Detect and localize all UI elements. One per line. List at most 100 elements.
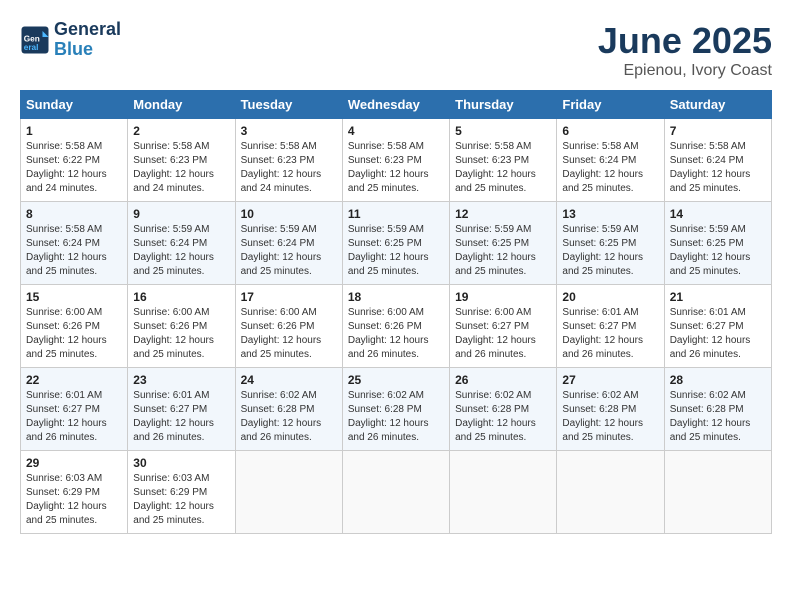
day-header-wednesday: Wednesday [342, 91, 449, 119]
day-number: 19 [455, 290, 551, 304]
day-info: Sunrise: 5:58 AM Sunset: 6:24 PM Dayligh… [26, 223, 122, 279]
calendar-week-2: 8 Sunrise: 5:58 AM Sunset: 6:24 PM Dayli… [21, 202, 772, 285]
sunrise: Sunrise: 6:00 AM [26, 307, 102, 318]
sunrise: Sunrise: 6:02 AM [241, 390, 317, 401]
sunset: Sunset: 6:23 PM [348, 155, 422, 166]
daylight: Daylight: 12 hours and 25 minutes. [241, 252, 322, 277]
logo-text: General Blue [54, 20, 121, 60]
day-info: Sunrise: 5:59 AM Sunset: 6:24 PM Dayligh… [241, 223, 337, 279]
day-info: Sunrise: 5:59 AM Sunset: 6:24 PM Dayligh… [133, 223, 229, 279]
sunset: Sunset: 6:27 PM [133, 404, 207, 415]
day-info: Sunrise: 6:01 AM Sunset: 6:27 PM Dayligh… [26, 389, 122, 445]
sunset: Sunset: 6:24 PM [133, 238, 207, 249]
daylight: Daylight: 12 hours and 24 minutes. [241, 169, 322, 194]
day-number: 8 [26, 207, 122, 221]
daylight: Daylight: 12 hours and 25 minutes. [348, 252, 429, 277]
sunrise: Sunrise: 6:00 AM [455, 307, 531, 318]
sunrise: Sunrise: 6:02 AM [455, 390, 531, 401]
day-number: 6 [562, 124, 658, 138]
sunrise: Sunrise: 6:03 AM [26, 473, 102, 484]
day-info: Sunrise: 6:01 AM Sunset: 6:27 PM Dayligh… [670, 306, 766, 362]
daylight: Daylight: 12 hours and 26 minutes. [26, 418, 107, 443]
day-header-sunday: Sunday [21, 91, 128, 119]
day-number: 3 [241, 124, 337, 138]
calendar-cell: 13 Sunrise: 5:59 AM Sunset: 6:25 PM Dayl… [557, 202, 664, 285]
calendar-week-4: 22 Sunrise: 6:01 AM Sunset: 6:27 PM Dayl… [21, 368, 772, 451]
logo-line1: General [54, 19, 121, 39]
daylight: Daylight: 12 hours and 25 minutes. [455, 252, 536, 277]
day-number: 17 [241, 290, 337, 304]
calendar-cell: 8 Sunrise: 5:58 AM Sunset: 6:24 PM Dayli… [21, 202, 128, 285]
day-number: 9 [133, 207, 229, 221]
day-info: Sunrise: 6:02 AM Sunset: 6:28 PM Dayligh… [670, 389, 766, 445]
calendar-cell: 14 Sunrise: 5:59 AM Sunset: 6:25 PM Dayl… [664, 202, 771, 285]
sunrise: Sunrise: 6:00 AM [241, 307, 317, 318]
sunrise: Sunrise: 5:59 AM [455, 224, 531, 235]
day-info: Sunrise: 6:03 AM Sunset: 6:29 PM Dayligh… [26, 472, 122, 528]
calendar-cell: 3 Sunrise: 5:58 AM Sunset: 6:23 PM Dayli… [235, 119, 342, 202]
day-number: 21 [670, 290, 766, 304]
day-number: 15 [26, 290, 122, 304]
sunset: Sunset: 6:24 PM [670, 155, 744, 166]
daylight: Daylight: 12 hours and 25 minutes. [455, 169, 536, 194]
day-number: 10 [241, 207, 337, 221]
sunrise: Sunrise: 6:01 AM [670, 307, 746, 318]
calendar-week-3: 15 Sunrise: 6:00 AM Sunset: 6:26 PM Dayl… [21, 285, 772, 368]
day-number: 27 [562, 373, 658, 387]
day-number: 11 [348, 207, 444, 221]
day-info: Sunrise: 6:02 AM Sunset: 6:28 PM Dayligh… [562, 389, 658, 445]
day-info: Sunrise: 5:58 AM Sunset: 6:24 PM Dayligh… [670, 140, 766, 196]
sunset: Sunset: 6:25 PM [670, 238, 744, 249]
sunset: Sunset: 6:25 PM [348, 238, 422, 249]
calendar-cell: 28 Sunrise: 6:02 AM Sunset: 6:28 PM Dayl… [664, 368, 771, 451]
sunrise: Sunrise: 6:02 AM [348, 390, 424, 401]
calendar-cell: 19 Sunrise: 6:00 AM Sunset: 6:27 PM Dayl… [450, 285, 557, 368]
day-number: 1 [26, 124, 122, 138]
sunrise: Sunrise: 5:58 AM [133, 141, 209, 152]
sunrise: Sunrise: 5:59 AM [133, 224, 209, 235]
calendar-cell [557, 451, 664, 534]
sunset: Sunset: 6:28 PM [562, 404, 636, 415]
daylight: Daylight: 12 hours and 25 minutes. [26, 501, 107, 526]
calendar-week-1: 1 Sunrise: 5:58 AM Sunset: 6:22 PM Dayli… [21, 119, 772, 202]
sunset: Sunset: 6:25 PM [455, 238, 529, 249]
daylight: Daylight: 12 hours and 26 minutes. [348, 418, 429, 443]
daylight: Daylight: 12 hours and 25 minutes. [133, 335, 214, 360]
sunset: Sunset: 6:26 PM [241, 321, 315, 332]
sunrise: Sunrise: 6:02 AM [562, 390, 638, 401]
day-number: 5 [455, 124, 551, 138]
sunrise: Sunrise: 6:00 AM [133, 307, 209, 318]
day-info: Sunrise: 6:00 AM Sunset: 6:26 PM Dayligh… [26, 306, 122, 362]
logo: Gen eral General Blue [20, 20, 121, 60]
day-header-friday: Friday [557, 91, 664, 119]
day-number: 16 [133, 290, 229, 304]
day-number: 18 [348, 290, 444, 304]
day-number: 24 [241, 373, 337, 387]
calendar-cell [342, 451, 449, 534]
day-header-monday: Monday [128, 91, 235, 119]
day-info: Sunrise: 6:01 AM Sunset: 6:27 PM Dayligh… [133, 389, 229, 445]
calendar-cell: 11 Sunrise: 5:59 AM Sunset: 6:25 PM Dayl… [342, 202, 449, 285]
sunset: Sunset: 6:26 PM [348, 321, 422, 332]
day-info: Sunrise: 6:00 AM Sunset: 6:26 PM Dayligh… [241, 306, 337, 362]
day-number: 7 [670, 124, 766, 138]
sunrise: Sunrise: 5:58 AM [562, 141, 638, 152]
calendar-cell: 22 Sunrise: 6:01 AM Sunset: 6:27 PM Dayl… [21, 368, 128, 451]
daylight: Daylight: 12 hours and 25 minutes. [348, 169, 429, 194]
page-subtitle: Epienou, Ivory Coast [598, 62, 772, 80]
calendar-cell: 15 Sunrise: 6:00 AM Sunset: 6:26 PM Dayl… [21, 285, 128, 368]
title-area: June 2025 Epienou, Ivory Coast [598, 20, 772, 80]
day-number: 12 [455, 207, 551, 221]
day-info: Sunrise: 5:58 AM Sunset: 6:22 PM Dayligh… [26, 140, 122, 196]
daylight: Daylight: 12 hours and 26 minutes. [670, 335, 751, 360]
day-info: Sunrise: 5:58 AM Sunset: 6:23 PM Dayligh… [348, 140, 444, 196]
daylight: Daylight: 12 hours and 25 minutes. [133, 252, 214, 277]
day-number: 4 [348, 124, 444, 138]
daylight: Daylight: 12 hours and 26 minutes. [562, 335, 643, 360]
day-number: 14 [670, 207, 766, 221]
sunset: Sunset: 6:27 PM [562, 321, 636, 332]
calendar-week-5: 29 Sunrise: 6:03 AM Sunset: 6:29 PM Dayl… [21, 451, 772, 534]
sunrise: Sunrise: 6:01 AM [562, 307, 638, 318]
calendar-cell: 17 Sunrise: 6:00 AM Sunset: 6:26 PM Dayl… [235, 285, 342, 368]
calendar-cell: 7 Sunrise: 5:58 AM Sunset: 6:24 PM Dayli… [664, 119, 771, 202]
